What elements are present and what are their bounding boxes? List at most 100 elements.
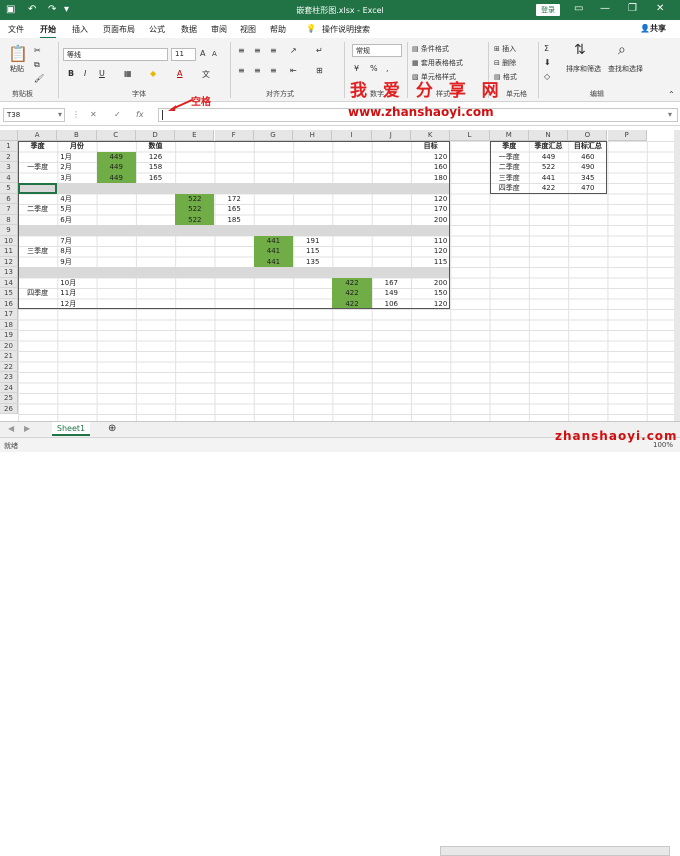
paste-button[interactable]: 粘贴 — [10, 64, 24, 74]
value-cell[interactable]: 165 — [215, 204, 254, 215]
summary-table-cell[interactable]: 345 — [568, 173, 607, 184]
month-cell[interactable]: 6月 — [57, 215, 96, 226]
target-cell[interactable]: 115 — [411, 257, 450, 268]
worksheet-grid[interactable]: 季度 月份 数值 目标 一季度 1月 449 126 120 2月 449 158 160 3月 449 16… — [18, 141, 674, 421]
month-cell[interactable]: 10月 — [57, 278, 96, 289]
close-icon[interactable]: ✕ — [656, 3, 664, 14]
header-cell[interactable] — [372, 141, 411, 152]
quarter-cell[interactable]: 三季度 — [18, 236, 57, 268]
collapse-ribbon-icon[interactable]: ⌃ — [668, 90, 675, 99]
row-header[interactable]: 10 — [0, 235, 18, 246]
column-header[interactable]: D — [135, 130, 176, 141]
enter-icon[interactable]: ✓ — [114, 110, 121, 119]
summary-cell[interactable]: 422 — [332, 277, 372, 288]
header-cell[interactable]: 目标汇总 — [568, 141, 607, 152]
target-cell[interactable]: 120 — [411, 152, 450, 163]
cancel-icon[interactable]: ✕ — [90, 110, 97, 119]
target-cell[interactable]: 170 — [411, 204, 450, 215]
maximize-icon[interactable]: ❐ — [628, 3, 637, 14]
row-header[interactable]: 6 — [0, 193, 18, 204]
row-header[interactable]: 17 — [0, 309, 18, 320]
row-header[interactable]: 7 — [0, 204, 18, 215]
summary-cell[interactable]: 449 — [96, 172, 136, 183]
align-bottom-icon[interactable]: ≡ — [270, 46, 277, 55]
format-painter-icon[interactable]: 🖌 — [34, 74, 44, 83]
column-header[interactable]: M — [489, 130, 529, 141]
target-cell[interactable]: 120 — [411, 194, 450, 205]
paste-icon[interactable]: 📋 — [8, 44, 28, 63]
row-header[interactable]: 18 — [0, 319, 18, 330]
row-header[interactable]: 2 — [0, 151, 18, 162]
summary-table-cell[interactable]: 四季度 — [490, 183, 529, 194]
summary-table-cell[interactable]: 522 — [529, 162, 568, 173]
column-header[interactable]: H — [293, 130, 333, 141]
value-cell[interactable]: 165 — [136, 173, 175, 184]
orientation-icon[interactable]: ↗ — [290, 46, 297, 55]
month-cell[interactable]: 8月 — [57, 246, 96, 257]
fill-icon[interactable]: ⬇ — [544, 58, 551, 67]
decrease-font-icon[interactable]: A — [212, 50, 217, 58]
target-cell[interactable]: 200 — [411, 278, 450, 289]
summary-table-cell[interactable]: 441 — [529, 173, 568, 184]
underline-button[interactable]: U — [99, 69, 105, 78]
font-name-select[interactable]: 等线 — [63, 48, 168, 61]
month-cell[interactable]: 12月 — [57, 299, 96, 310]
font-color-icon[interactable]: A — [177, 69, 182, 78]
summary-cell[interactable]: 441 — [253, 235, 294, 246]
summary-table-cell[interactable]: 490 — [568, 162, 607, 173]
delete-cells-button[interactable]: ⊟ 删除 — [494, 58, 516, 68]
row-header[interactable]: 21 — [0, 351, 18, 362]
value-cell[interactable]: 126 — [136, 152, 175, 163]
next-sheet-icon[interactable]: ▶ — [24, 424, 30, 433]
find-select-icon[interactable]: ⌕ — [618, 42, 626, 58]
clear-icon[interactable]: ◇ — [544, 72, 550, 81]
header-cell[interactable]: 季度 — [490, 141, 529, 152]
increase-font-icon[interactable]: A — [200, 49, 205, 58]
quarter-cell[interactable]: 一季度 — [18, 152, 57, 184]
column-header[interactable]: F — [214, 130, 254, 141]
row-header[interactable]: 5 — [0, 183, 18, 194]
menu-formulas[interactable]: 公式 — [149, 24, 165, 35]
column-header[interactable]: G — [253, 130, 294, 141]
summary-cell[interactable]: 441 — [253, 246, 294, 257]
month-cell[interactable]: 9月 — [57, 257, 96, 268]
header-cell[interactable]: 数值 — [136, 141, 175, 152]
header-cell[interactable] — [254, 141, 293, 152]
value-cell[interactable]: 191 — [293, 236, 332, 247]
column-header[interactable]: J — [371, 130, 411, 141]
login-button[interactable]: 登录 — [536, 4, 560, 16]
separator-row[interactable] — [18, 267, 451, 278]
month-cell[interactable]: 5月 — [57, 204, 96, 215]
summary-cell[interactable]: 422 — [332, 298, 372, 309]
align-top-icon[interactable]: ≡ — [238, 46, 245, 55]
month-cell[interactable]: 3月 — [57, 173, 96, 184]
value-cell[interactable]: 149 — [372, 288, 411, 299]
summary-cell[interactable]: 422 — [332, 288, 372, 299]
row-header[interactable]: 9 — [0, 225, 18, 236]
select-all-corner[interactable] — [0, 130, 18, 141]
menu-page-layout[interactable]: 页面布局 — [103, 24, 135, 35]
fill-color-icon[interactable]: ◆ — [150, 69, 156, 78]
column-header[interactable]: O — [568, 130, 608, 141]
currency-icon[interactable]: ¥ — [354, 64, 359, 73]
row-header[interactable]: 20 — [0, 340, 18, 351]
column-header[interactable]: C — [96, 130, 136, 141]
sort-filter-button[interactable]: 排序和筛选 — [566, 64, 601, 74]
summary-cell[interactable]: 522 — [175, 193, 215, 204]
border-icon[interactable]: ▦ — [124, 69, 132, 78]
row-header[interactable]: 8 — [0, 214, 18, 225]
format-as-table-button[interactable]: ▦ 套用表格格式 — [412, 58, 463, 68]
font-size-select[interactable]: 11 — [171, 48, 196, 61]
menu-review[interactable]: 审阅 — [211, 24, 227, 35]
merge-center-icon[interactable]: ⊞ — [316, 66, 323, 75]
header-cell[interactable]: 季度汇总 — [529, 141, 568, 152]
target-cell[interactable]: 200 — [411, 215, 450, 226]
month-cell[interactable]: 7月 — [57, 236, 96, 247]
align-right-icon[interactable]: ≡ — [270, 66, 277, 75]
menu-insert[interactable]: 插入 — [72, 24, 88, 35]
row-header[interactable]: 26 — [0, 403, 18, 414]
summary-cell[interactable]: 522 — [175, 214, 215, 225]
row-header[interactable]: 23 — [0, 372, 18, 383]
number-format-select[interactable]: 常规 — [352, 44, 402, 57]
column-header[interactable]: A — [18, 130, 58, 141]
